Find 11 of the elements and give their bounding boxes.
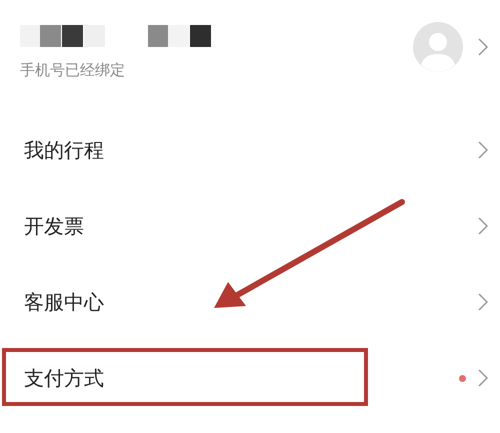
chevron-right-icon bbox=[478, 141, 488, 159]
chevron-right-icon bbox=[478, 217, 488, 235]
avatar-icon[interactable] bbox=[412, 21, 464, 73]
chevron-right-icon bbox=[478, 369, 488, 387]
chevron-right-icon bbox=[478, 38, 488, 56]
chevron-right-icon bbox=[478, 293, 488, 311]
menu-item[interactable]: 开发票 bbox=[24, 212, 84, 240]
menu-item[interactable]: 客服中心 bbox=[24, 288, 104, 316]
phone-bound-status: 手机号已经绑定 bbox=[20, 60, 126, 80]
menu-item[interactable]: 支付方式 bbox=[24, 364, 104, 392]
menu-item[interactable]: 我的行程 bbox=[24, 136, 104, 164]
